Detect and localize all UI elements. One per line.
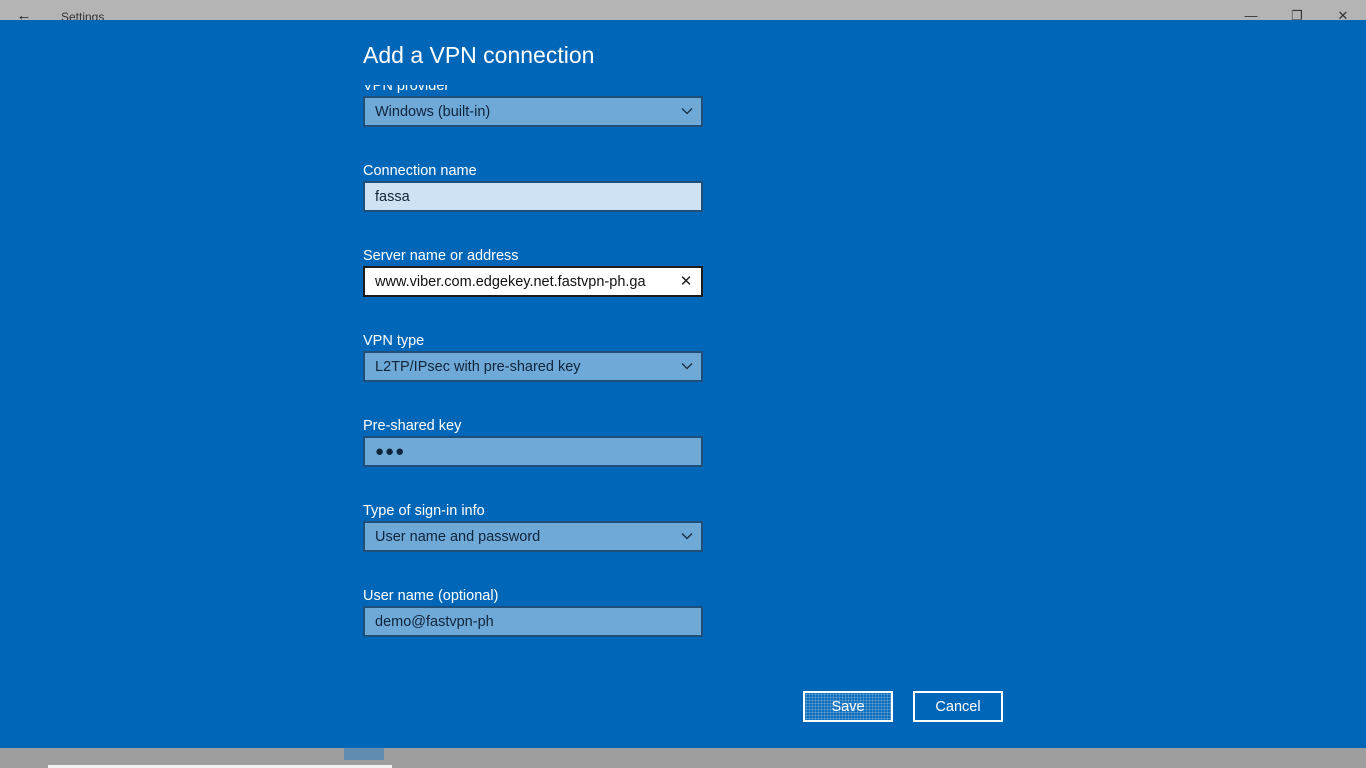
user-name-value: demo@fastvpn-ph	[375, 614, 494, 630]
vpn-type-value: L2TP/IPsec with pre-shared key	[375, 359, 581, 375]
save-button[interactable]: Save	[803, 691, 893, 722]
chevron-down-icon	[681, 533, 693, 540]
vpn-type-dropdown[interactable]: L2TP/IPsec with pre-shared key	[363, 351, 703, 382]
user-name-input[interactable]: demo@fastvpn-ph	[363, 606, 703, 637]
vpn-provider-dropdown[interactable]: Windows (built-in)	[363, 96, 703, 127]
sign-in-type-label: Type of sign-in info	[363, 503, 485, 519]
sign-in-type-value: User name and password	[375, 529, 541, 545]
user-name-label: User name (optional)	[363, 588, 499, 604]
pre-shared-key-label: Pre-shared key	[363, 418, 462, 434]
field-server: Server name or address www.viber.com.edg…	[363, 246, 703, 297]
server-value: www.viber.com.edgekey.net.fastvpn-ph.ga	[375, 274, 646, 290]
chevron-down-icon	[681, 363, 693, 370]
chevron-down-icon	[681, 108, 693, 115]
field-vpn-type: VPN type L2TP/IPsec with pre-shared key	[363, 331, 703, 382]
field-pre-shared-key: Pre-shared key ●●●	[363, 416, 703, 467]
add-vpn-dialog: Add a VPN connection VPN provider Window…	[0, 20, 1366, 748]
pre-shared-key-input[interactable]: ●●●	[363, 436, 703, 467]
field-user-name: User name (optional) demo@fastvpn-ph	[363, 586, 703, 637]
dialog-title: Add a VPN connection	[363, 42, 595, 68]
field-sign-in-type: Type of sign-in info User name and passw…	[363, 501, 703, 552]
sign-in-type-dropdown[interactable]: User name and password	[363, 521, 703, 552]
field-vpn-provider: VPN provider Windows (built-in)	[363, 85, 703, 127]
field-connection-name: Connection name fassa	[363, 161, 703, 212]
cancel-button[interactable]: Cancel	[913, 691, 1003, 722]
vpn-type-label: VPN type	[363, 333, 425, 349]
pre-shared-key-value: ●●●	[375, 443, 406, 460]
vpn-provider-label: VPN provider	[363, 85, 450, 94]
connection-name-input[interactable]: fassa	[363, 181, 703, 212]
server-input[interactable]: www.viber.com.edgekey.net.fastvpn-ph.ga …	[363, 266, 703, 297]
vpn-provider-value: Windows (built-in)	[375, 104, 491, 120]
connection-name-value: fassa	[375, 189, 410, 205]
taskbar	[0, 748, 1366, 768]
server-label: Server name or address	[363, 248, 519, 264]
taskbar-item[interactable]	[344, 748, 384, 760]
clear-icon[interactable]: ✕	[679, 274, 693, 289]
vpn-form[interactable]: VPN provider Windows (built-in) Connecti…	[363, 85, 708, 665]
connection-name-label: Connection name	[363, 163, 477, 179]
